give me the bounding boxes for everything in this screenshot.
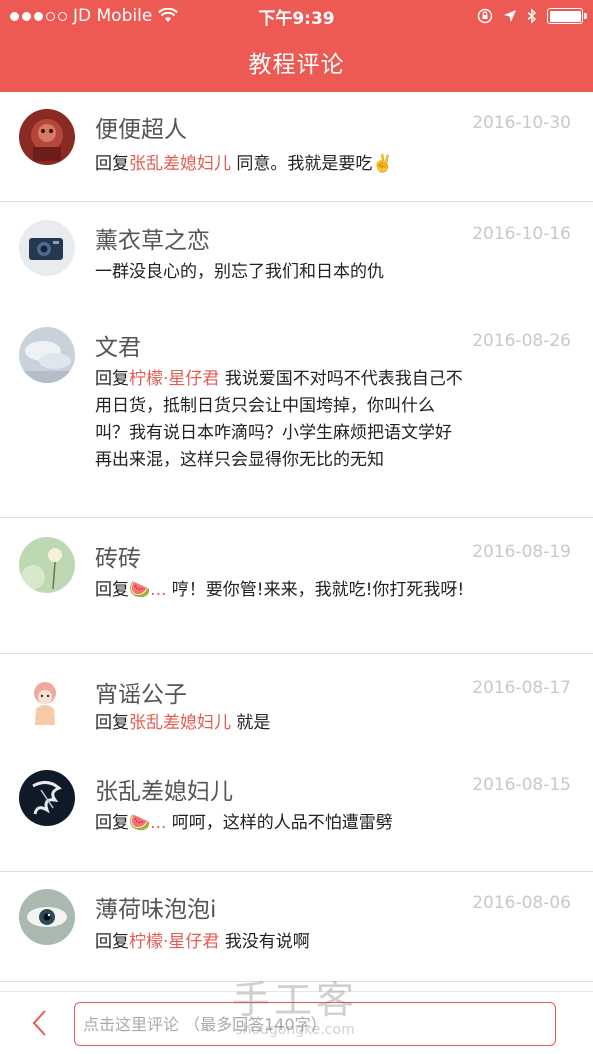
comment-username[interactable]: 宵谣公子 <box>95 675 187 709</box>
comment-username[interactable]: 张乱差媳妇儿 <box>95 772 233 806</box>
reply-prefix: 回复 <box>95 154 129 174</box>
comment-content: 回复张乱差媳妇儿 就是 <box>95 710 465 737</box>
signal-strength-icon <box>10 11 67 21</box>
comment-username[interactable]: 便便超人 <box>95 110 187 144</box>
reply-prefix: 回复 <box>95 932 129 952</box>
comment-text: 就是 <box>231 713 271 733</box>
avatar[interactable] <box>19 109 75 165</box>
comment-username[interactable]: 文君 <box>95 328 141 362</box>
comment-content: 回复🍉... 呵呵，这样的人品不怕遭雷劈 <box>95 810 465 837</box>
back-button[interactable] <box>22 1006 56 1040</box>
comment-list[interactable]: 便便超人 2016-10-30 回复张乱差媳妇儿 同意。我就是要吃✌️ 薰衣草之… <box>0 92 593 982</box>
comment-item[interactable]: 薰衣草之恋 2016-10-16 一群没良心的，别忘了我们和日本的仇 <box>0 202 593 312</box>
avatar[interactable] <box>19 770 75 826</box>
avatar[interactable] <box>19 889 75 945</box>
comment-content: 一群没良心的，别忘了我们和日本的仇 <box>95 259 465 286</box>
nav-bar: 教程评论 <box>0 32 593 92</box>
comment-input[interactable] <box>74 1002 556 1046</box>
comment-content: 回复张乱差媳妇儿 同意。我就是要吃✌️ <box>95 151 465 178</box>
comment-username[interactable]: 薄荷味泡泡i <box>95 890 216 924</box>
comment-username[interactable]: 砖砖 <box>95 539 141 573</box>
comment-date: 2016-10-16 <box>472 224 571 244</box>
bluetooth-icon <box>527 8 537 24</box>
carrier-name: JD Mobile <box>73 6 153 26</box>
comment-item[interactable]: 砖砖 2016-08-19 回复🍉... 哼！要你管!来来，我就吃!你打死我呀! <box>0 518 593 654</box>
reply-target-link[interactable]: 🍉... <box>129 813 166 833</box>
comment-text: 一群没良心的，别忘了我们和日本的仇 <box>95 262 384 282</box>
status-right <box>363 8 587 24</box>
comment-date: 2016-10-30 <box>472 113 571 133</box>
comment-text: 呵呵，这样的人品不怕遭雷劈 <box>166 813 393 833</box>
reply-target-link[interactable]: 张乱差媳妇儿 <box>129 154 231 174</box>
comment-item[interactable]: 张乱差媳妇儿 2016-08-15 回复🍉... 呵呵，这样的人品不怕遭雷劈 <box>0 764 593 872</box>
reply-target-link[interactable]: 柠檬·星仔君 <box>129 932 219 952</box>
comment-username[interactable]: 薰衣草之恋 <box>95 221 210 255</box>
avatar[interactable] <box>19 327 75 383</box>
reply-prefix: 回复 <box>95 580 129 600</box>
avatar[interactable] <box>19 537 75 593</box>
reply-target-link[interactable]: 柠檬·星仔君 <box>129 369 219 389</box>
avatar[interactable] <box>19 220 75 276</box>
comment-item[interactable]: 薄荷味泡泡i 2016-08-06 回复柠檬·星仔君 我没有说啊 <box>0 872 593 982</box>
wifi-icon <box>158 8 179 22</box>
comment-content: 回复🍉... 哼！要你管!来来，我就吃!你打死我呀! <box>95 577 465 604</box>
comment-date: 2016-08-17 <box>472 678 571 698</box>
reply-target-link[interactable]: 张乱差媳妇儿 <box>129 713 231 733</box>
comment-content: 回复柠檬·星仔君 我没有说啊 <box>95 929 465 956</box>
reply-prefix: 回复 <box>95 713 129 733</box>
comment-text: 哼！要你管!来来，我就吃!你打死我呀! <box>166 580 465 600</box>
location-arrow-icon <box>504 10 516 22</box>
status-left: JD Mobile <box>10 6 230 26</box>
comment-date: 2016-08-06 <box>472 893 571 913</box>
avatar[interactable] <box>19 673 75 729</box>
comment-date: 2016-08-15 <box>472 775 571 795</box>
rotation-lock-icon <box>477 8 493 24</box>
status-bar: JD Mobile 下午9:39 <box>0 0 593 32</box>
comment-item[interactable]: 便便超人 2016-10-30 回复张乱差媳妇儿 同意。我就是要吃✌️ <box>0 92 593 202</box>
chevron-left-icon <box>32 1010 46 1036</box>
comment-compose-bar <box>0 991 593 1054</box>
comment-date: 2016-08-26 <box>472 331 571 351</box>
status-time: 下午9:39 <box>258 8 335 29</box>
reply-prefix: 回复 <box>95 369 129 389</box>
comment-item[interactable]: 宵谣公子 2016-08-17 回复张乱差媳妇儿 就是 <box>0 654 593 764</box>
comment-item[interactable]: 文君 2016-08-26 回复柠檬·星仔君 我说爱国不对吗不代表我自己不用日货… <box>0 312 593 518</box>
comment-content: 回复柠檬·星仔君 我说爱国不对吗不代表我自己不用日货，抵制日货只会让中国垮掉，你… <box>95 366 465 474</box>
reply-target-link[interactable]: 🍉... <box>129 580 166 600</box>
battery-icon <box>547 8 587 24</box>
reply-prefix: 回复 <box>95 813 129 833</box>
comment-text: 同意。我就是要吃✌️ <box>231 154 394 174</box>
comment-date: 2016-08-19 <box>472 542 571 562</box>
page-title: 教程评论 <box>248 52 345 78</box>
comment-text: 我没有说啊 <box>219 932 310 952</box>
